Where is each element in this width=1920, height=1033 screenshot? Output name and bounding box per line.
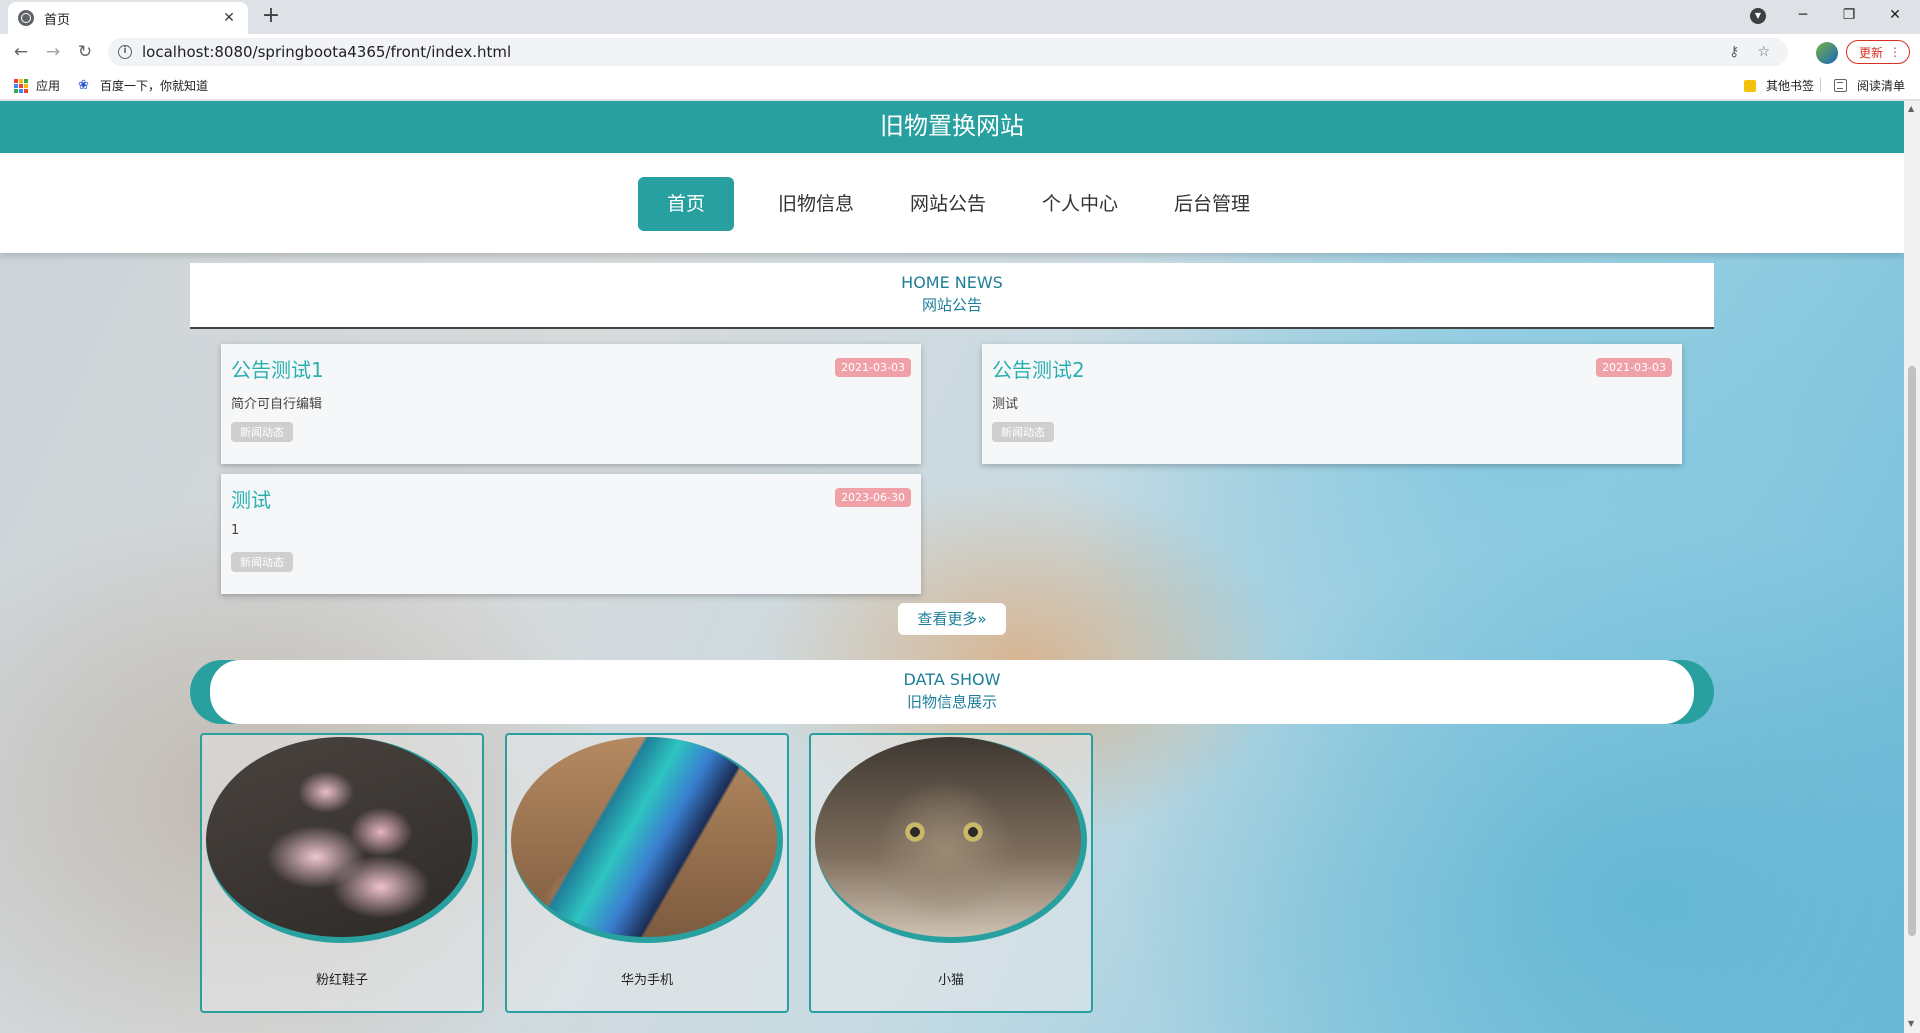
minimize-icon[interactable]: ─ [1780,0,1826,30]
news-desc: 1 [231,523,240,538]
news-tag: 新闻动态 [231,552,293,572]
globe-icon [18,10,34,26]
bookmarks-bar: 应用 ❀ 百度一下，你就知道 其他书签 阅读清单 [0,70,1920,100]
back-arrow-icon[interactable]: ← [8,40,34,64]
tab-title: 首页 [44,12,71,28]
bookmark-baidu[interactable]: ❀ 百度一下，你就知道 [78,77,208,94]
key-icon[interactable]: ⚷ [1729,44,1739,60]
page-viewport: 旧物置换网站 首页 旧物信息 网站公告 个人中心 后台管理 HOME NEWS … [0,101,1904,1033]
news-title[interactable]: 公告测试1 [231,354,911,383]
url-text[interactable]: localhost:8080/springboota4365/front/ind… [142,43,1729,61]
view-more-button[interactable]: 查看更多» [898,603,1006,635]
browser-tab[interactable]: 首页 ✕ [8,2,248,34]
bookmark-baidu-label: 百度一下，你就知道 [100,79,209,93]
news-title[interactable]: 测试 [231,484,911,513]
news-date-badge: 2021-03-03 [1596,358,1672,377]
update-label: 更新 [1859,45,1884,60]
product-image[interactable] [511,737,783,943]
news-section-title-en: HOME NEWS [901,273,1003,292]
nav-admin[interactable]: 后台管理 [1146,177,1278,231]
scroll-down-icon[interactable]: ▼ [1908,1019,1914,1028]
address-bar[interactable]: i localhost:8080/springboota4365/front/i… [108,38,1788,66]
update-button[interactable]: 更新 ⋮ [1846,40,1910,64]
browser-toolbar: ← → ↻ i localhost:8080/springboota4365/f… [0,34,1920,70]
news-title[interactable]: 公告测试2 [992,354,1672,383]
new-tab-button[interactable]: + [258,4,284,30]
bookmark-reading-list[interactable]: 阅读清单 [1834,77,1905,94]
scroll-thumb[interactable] [1908,366,1916,936]
news-desc: 测试 [992,397,1019,412]
bookmark-apps-label: 应用 [36,79,61,93]
star-bookmark-icon[interactable]: ☆ [1757,44,1770,60]
close-window-icon[interactable]: ✕ [1872,0,1918,30]
product-name[interactable]: 粉红鞋子 [202,969,482,988]
product-image[interactable] [206,737,478,943]
apps-grid-icon [14,78,28,93]
browser-tab-bar: 首页 ✕ + ▼ ─ ❐ ✕ [0,0,1920,34]
nav-home[interactable]: 首页 [638,177,734,231]
product-card[interactable]: 粉红鞋子 [200,733,484,1013]
news-section-title-cn: 网站公告 [921,296,982,314]
product-card[interactable]: 小猫 [809,733,1093,1013]
news-desc: 简介可自行编辑 [231,397,323,412]
profile-avatar[interactable] [1816,42,1838,64]
restore-icon[interactable]: ❐ [1826,0,1872,30]
news-card[interactable]: 测试 2023-06-30 1 新闻动态 [221,474,921,594]
news-card[interactable]: 公告测试1 2021-03-03 简介可自行编辑 新闻动态 [221,344,921,464]
baidu-paw-icon: ❀ [78,77,89,93]
nav-personal-center[interactable]: 个人中心 [1014,177,1146,231]
news-tag: 新闻动态 [992,422,1054,442]
site-info-icon[interactable]: i [118,45,132,59]
menu-dots-icon: ⋮ [1889,45,1901,59]
nav-announcements[interactable]: 网站公告 [882,177,1014,231]
page-scrollbar[interactable]: ▲ ▼ [1904,101,1920,1033]
product-name[interactable]: 小猫 [811,969,1091,988]
bookmark-other-label: 其他书签 [1766,79,1815,93]
bookmark-apps[interactable]: 应用 [14,77,60,94]
data-section-header: DATA SHOW 旧物信息展示 [190,660,1714,724]
reload-icon[interactable]: ↻ [72,40,98,64]
media-control-icon[interactable]: ▼ [1750,8,1766,24]
news-date-badge: 2023-06-30 [835,488,911,507]
news-card[interactable]: 公告测试2 2021-03-03 测试 新闻动态 [982,344,1682,464]
nav-items-info[interactable]: 旧物信息 [750,177,882,231]
product-image[interactable] [815,737,1087,943]
site-title: 旧物置换网站 [0,101,1904,153]
folder-icon [1744,79,1756,92]
news-date-badge: 2021-03-03 [835,358,911,377]
product-name[interactable]: 华为手机 [507,969,787,988]
reading-list-icon [1834,79,1847,92]
close-tab-icon[interactable]: ✕ [220,10,238,26]
data-section-title-en: DATA SHOW [903,670,1001,689]
bookmark-reading-label: 阅读清单 [1857,79,1906,93]
forward-arrow-icon[interactable]: → [40,40,66,64]
scroll-up-icon[interactable]: ▲ [1908,104,1914,113]
bookmark-other-folder[interactable]: 其他书签 [1744,77,1814,94]
main-nav: 首页 旧物信息 网站公告 个人中心 后台管理 [0,153,1904,253]
data-section-title-cn: 旧物信息展示 [906,693,997,711]
product-card[interactable]: 华为手机 [505,733,789,1013]
news-tag: 新闻动态 [231,422,293,442]
news-section-header: HOME NEWS 网站公告 [190,263,1714,329]
bookmark-separator [1820,78,1821,92]
